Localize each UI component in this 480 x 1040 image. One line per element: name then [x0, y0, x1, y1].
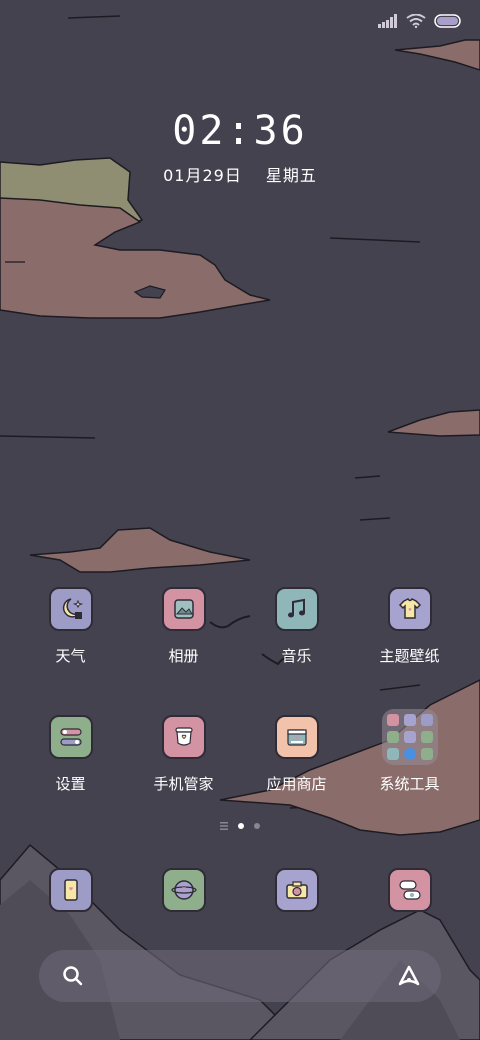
folder-mini-icon: [386, 731, 399, 743]
battery-icon: [434, 14, 461, 28]
app-gallery[interactable]: 相册: [127, 587, 240, 666]
clock-date-row: 01月29日 星期五: [0, 162, 480, 186]
folder-mini-icon: [403, 731, 416, 743]
status-bar: [378, 10, 462, 32]
clock-time[interactable]: 02:36: [0, 108, 480, 154]
folder-mini-icon: [403, 714, 416, 726]
app-music[interactable]: 音乐: [240, 587, 353, 666]
app-settings[interactable]: 设置: [14, 715, 127, 794]
folder-mini-icon: [420, 714, 433, 726]
folder-mini-icon: [386, 714, 399, 726]
music-note-icon: [274, 587, 319, 631]
app-themes[interactable]: 主题壁纸: [353, 587, 466, 666]
app-label-security: 手机管家: [153, 775, 214, 793]
page-dot-active[interactable]: [238, 823, 244, 829]
dock-browser[interactable]: [127, 868, 240, 912]
moon-weather-icon: [48, 587, 93, 631]
clock-weekday: 星期五: [265, 166, 317, 185]
folder-mini-icon: [420, 731, 433, 743]
home-screen: 02:36 01月29日 星期五 天气 相册 音乐 主题壁纸 设置 手机管家 应…: [0, 0, 480, 1040]
app-label-music: 音乐: [281, 647, 312, 665]
folder-mini-icon: [403, 748, 416, 760]
app-label-settings: 设置: [55, 775, 86, 793]
dock-phone[interactable]: [14, 868, 127, 912]
app-label-store: 应用商店: [266, 775, 327, 793]
phone-icon: [48, 868, 93, 912]
app-folder-system-tools[interactable]: 系统工具: [353, 709, 466, 794]
folder-mini-icon: [386, 748, 399, 760]
photo-icon: [161, 587, 206, 631]
search-icon[interactable]: [61, 964, 85, 988]
list-view-icon[interactable]: [220, 822, 228, 830]
app-weather[interactable]: 天气: [14, 587, 127, 666]
assistant-icon[interactable]: [397, 964, 421, 988]
globe-icon: [161, 868, 206, 912]
app-label-themes: 主题壁纸: [379, 647, 440, 665]
page-indicator[interactable]: [0, 822, 480, 830]
app-label-weather: 天气: [55, 647, 86, 665]
store-icon: [274, 715, 319, 759]
camera-icon: [274, 868, 319, 912]
dock-messages[interactable]: [353, 868, 466, 912]
page-dot[interactable]: [254, 823, 260, 829]
dock-camera[interactable]: [240, 868, 353, 912]
app-label-gallery: 相册: [168, 647, 199, 665]
app-label-system-tools: 系统工具: [379, 775, 440, 793]
signal-icon: [378, 14, 397, 28]
app-store[interactable]: 应用商店: [240, 715, 353, 794]
chat-icon: [387, 868, 432, 912]
toggle-icon: [48, 715, 93, 759]
folder-mini-icon: [420, 748, 433, 760]
search-bar[interactable]: [39, 950, 441, 1002]
clock-date: 01月29日: [163, 166, 242, 185]
tshirt-icon: [387, 587, 432, 631]
wifi-icon: [406, 14, 426, 28]
folder-icon: [381, 709, 438, 765]
shield-cup-icon: [161, 715, 206, 759]
app-security[interactable]: 手机管家: [127, 715, 240, 794]
